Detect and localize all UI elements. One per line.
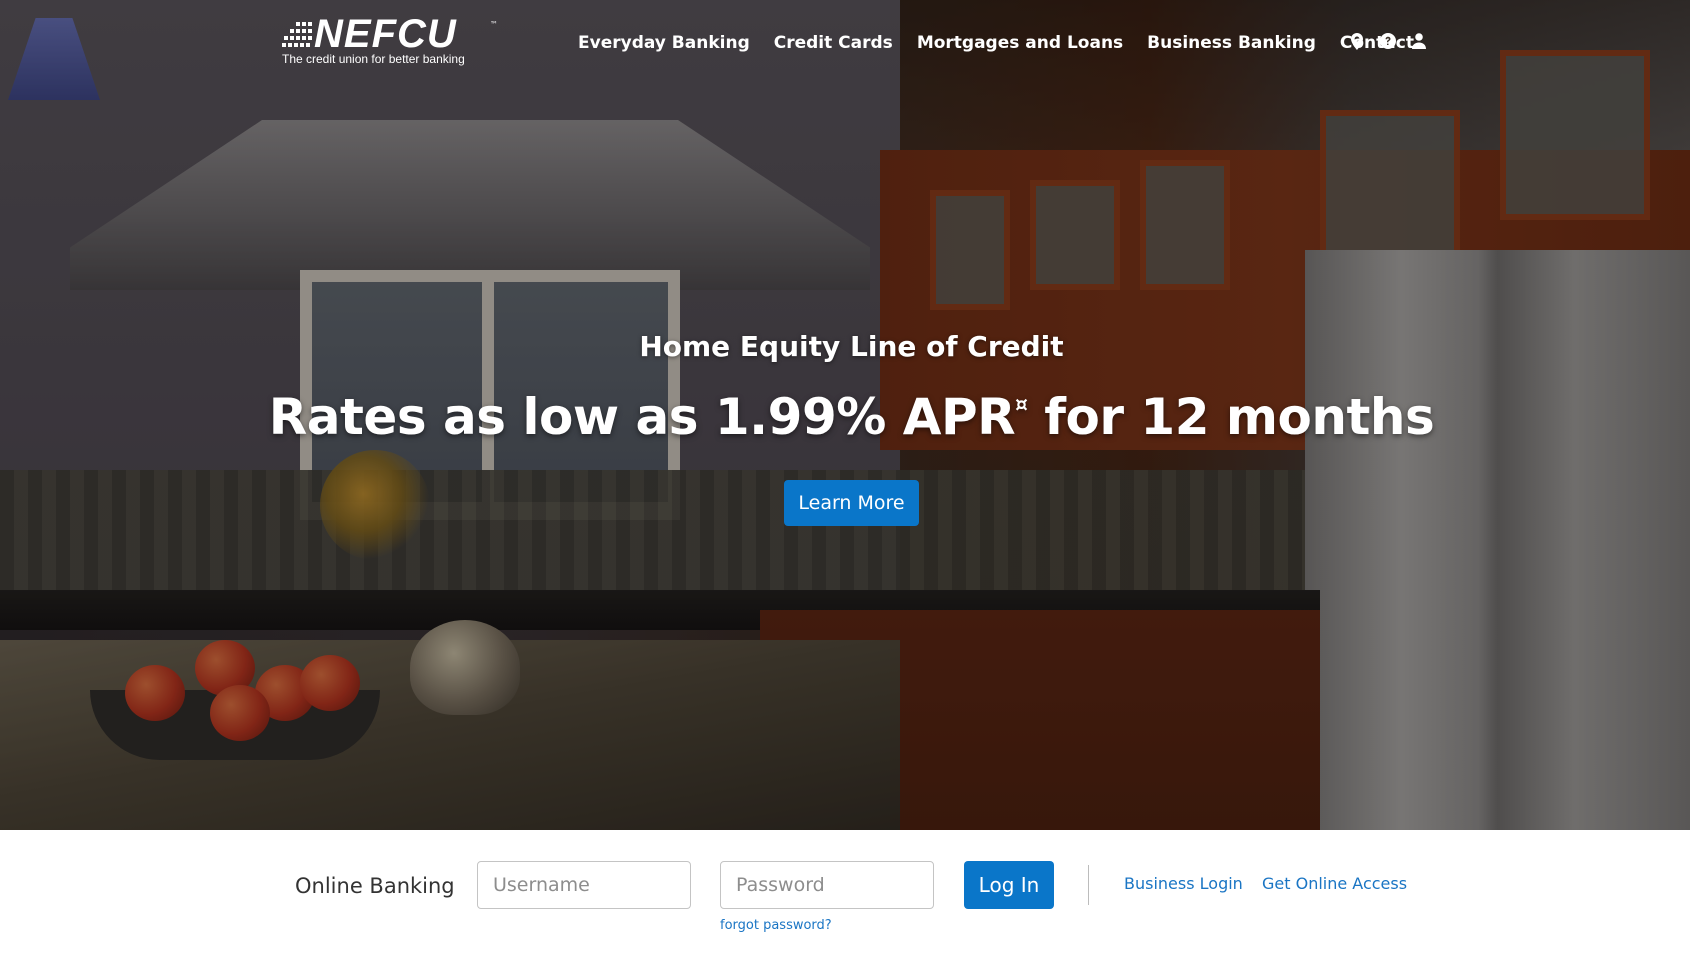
hero-banner: NEFCU ™ The credit union for better bank… <box>0 0 1690 830</box>
learn-more-button[interactable]: Learn More <box>784 480 919 526</box>
logo-grid-icon <box>282 22 312 50</box>
hero-title-footnote-mark: ¤ <box>1015 392 1028 416</box>
hero-title-main: Rates as low as 1.99% APR <box>268 388 1016 446</box>
online-banking-bar: Online Banking forgot password? Log In B… <box>0 830 1690 953</box>
log-in-button[interactable]: Log In <box>964 861 1054 909</box>
logo-trademark: ™ <box>490 20 498 29</box>
get-online-access-link[interactable]: Get Online Access <box>1262 874 1407 893</box>
main-nav: Everyday Banking Credit Cards Mortgages … <box>578 28 1438 58</box>
username-input[interactable] <box>477 861 691 909</box>
user-icon[interactable] <box>1411 32 1427 50</box>
hero-subtitle: Home Equity Line of Credit <box>639 330 1064 363</box>
nav-credit-cards[interactable]: Credit Cards <box>774 33 893 53</box>
nav-everyday-banking[interactable]: Everyday Banking <box>578 33 750 53</box>
site-header: NEFCU ™ The credit union for better bank… <box>0 0 1690 90</box>
business-login-link[interactable]: Business Login <box>1124 874 1243 893</box>
header-utility-icons <box>1349 32 1427 50</box>
hero-title: Rates as low as 1.99% APR¤ for 12 months <box>0 388 1690 446</box>
password-input[interactable] <box>720 861 934 909</box>
nefcu-logo[interactable]: NEFCU ™ The credit union for better bank… <box>282 12 502 68</box>
help-circle-icon[interactable] <box>1380 32 1396 50</box>
nav-business-banking[interactable]: Business Banking <box>1147 33 1316 53</box>
logo-wordmark: NEFCU <box>314 12 457 56</box>
online-banking-label: Online Banking <box>295 874 455 898</box>
nav-mortgages-and-loans[interactable]: Mortgages and Loans <box>917 33 1123 53</box>
forgot-password-link[interactable]: forgot password? <box>720 918 832 933</box>
hero-title-suffix: for 12 months <box>1027 388 1435 446</box>
logo-tagline: The credit union for better banking <box>282 52 465 66</box>
map-marker-icon[interactable] <box>1349 32 1365 50</box>
login-divider <box>1088 865 1089 905</box>
